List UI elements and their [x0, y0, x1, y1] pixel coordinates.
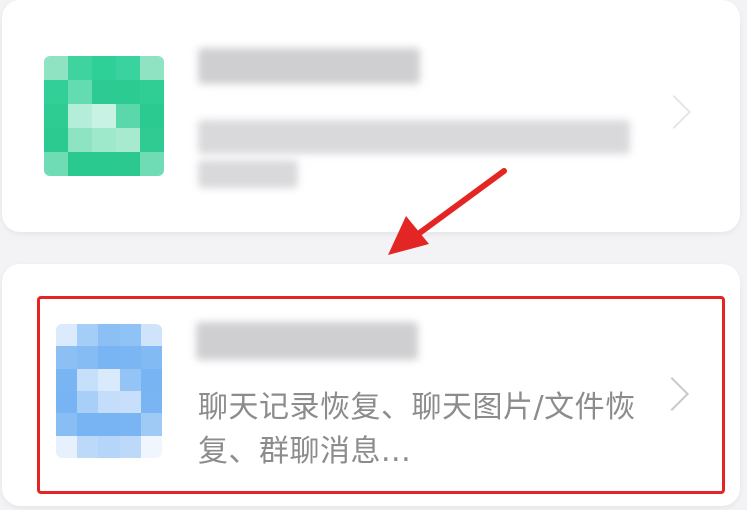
- service-card-1[interactable]: [2, 0, 740, 232]
- card-2-description: 聊天记录恢复、聊天图片/文件恢复、群聊消息...: [198, 390, 636, 469]
- card-1-desc-obscured: [198, 120, 630, 154]
- chevron-right-icon: [657, 95, 691, 129]
- card-2-title-obscured: [196, 322, 418, 360]
- app-icon-blue: [56, 324, 162, 458]
- screen: 聊天记录恢复、聊天图片/文件恢复、群聊消息...: [0, 0, 747, 510]
- card-1-desc-obscured-2: [198, 160, 298, 188]
- card-1-title-obscured: [198, 48, 420, 84]
- app-icon-green: [44, 56, 164, 176]
